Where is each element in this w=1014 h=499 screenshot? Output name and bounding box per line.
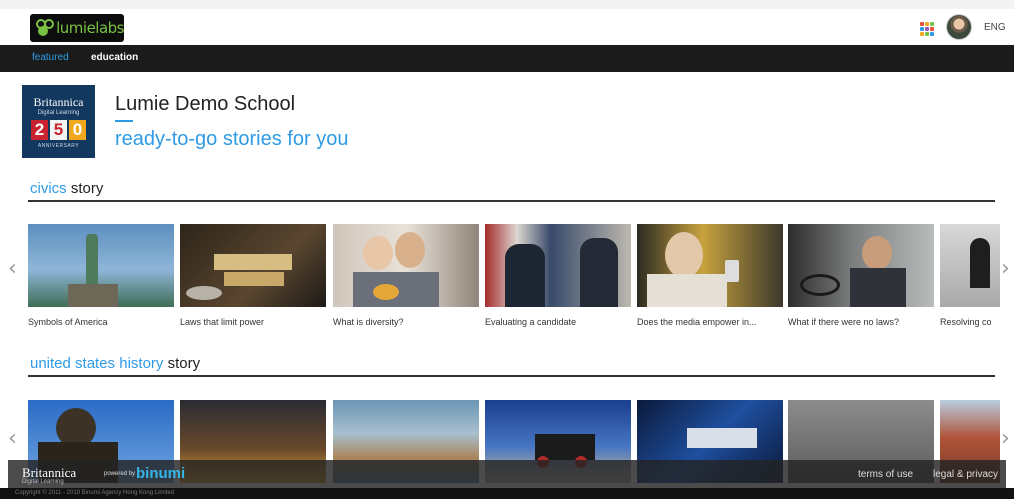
story-thumbnail <box>485 224 631 307</box>
powered-by-label: powered by <box>104 471 136 477</box>
apps-grid-icon[interactable] <box>920 22 934 36</box>
story-card[interactable]: What is diversity? <box>333 224 479 327</box>
story-card-label: Resolving co <box>940 317 992 327</box>
story-card-label: Does the media empower in... <box>637 317 757 327</box>
story-card-label: Symbols of America <box>28 317 108 327</box>
badge-digit: 2 <box>31 120 48 140</box>
footer-brand-name: Britannica <box>22 465 77 480</box>
story-card[interactable]: What if there were no laws? <box>788 224 934 327</box>
story-card-label: Laws that limit power <box>180 317 265 327</box>
story-thumbnail <box>940 224 1000 307</box>
story-card[interactable]: Laws that limit power <box>180 224 326 327</box>
story-card[interactable]: Symbols of America <box>28 224 174 327</box>
story-thumbnail <box>333 224 479 307</box>
story-card[interactable]: Resolving co <box>940 224 1000 327</box>
carousel-prev-arrow-icon[interactable]: ‹ <box>8 256 17 281</box>
footer-bar: Britannica Digital Learning powered by b… <box>8 460 1006 488</box>
story-card[interactable]: Does the media empower in... <box>637 224 783 327</box>
language-selector[interactable]: ENG <box>984 22 1006 33</box>
section-highlight: civics <box>30 180 67 197</box>
story-card-label: What if there were no laws? <box>788 317 900 327</box>
logo-text: lumielabs <box>56 19 124 37</box>
carousel-next-arrow-icon[interactable]: › <box>1001 426 1010 451</box>
nav-tab-education[interactable]: education <box>91 52 138 63</box>
page-tagline: ready-to-go stories for you <box>115 128 349 150</box>
section-suffix: story <box>163 355 201 372</box>
britannica-250-badge: Britannica Digital Learning 2 5 0 ANNIVE… <box>22 85 95 158</box>
story-thumbnail <box>180 224 326 307</box>
title-divider <box>115 120 133 122</box>
badge-number: 2 5 0 <box>22 120 95 140</box>
story-card-label: What is diversity? <box>333 317 404 327</box>
section-suffix: story <box>66 180 104 197</box>
carousel-next-arrow-icon[interactable]: › <box>1001 256 1010 281</box>
main-nav: featured education <box>0 45 1014 72</box>
binumi-logo[interactable]: binumi <box>136 465 185 482</box>
legal-privacy-link[interactable]: legal & privacy <box>933 469 998 480</box>
logo-mark-icon <box>34 18 56 38</box>
badge-digit: 5 <box>50 120 67 140</box>
badge-subtitle: Digital Learning <box>37 110 80 116</box>
top-bar: lumielabs ENG <box>0 0 1014 45</box>
section-divider <box>28 200 995 202</box>
footer-britannica-logo[interactable]: Britannica Digital Learning <box>22 465 76 485</box>
copyright-text: Copyright © 2011 - 2019 Binumi Agency Ho… <box>0 488 1014 499</box>
section-divider <box>28 375 995 377</box>
nav-tab-featured[interactable]: featured <box>32 52 69 63</box>
section-highlight: united states history <box>30 355 164 372</box>
badge-digit: 0 <box>69 120 86 140</box>
badge-anniversary: ANNIVERSARY <box>37 143 80 149</box>
terms-of-use-link[interactable]: terms of use <box>858 469 913 480</box>
story-thumbnail <box>788 224 934 307</box>
school-name: Lumie Demo School <box>115 93 296 115</box>
story-card[interactable]: Evaluating a candidate <box>485 224 631 327</box>
story-thumbnail <box>28 224 174 307</box>
story-card-label: Evaluating a candidate <box>485 317 577 327</box>
badge-brand: Britannica <box>33 95 84 109</box>
story-thumbnail <box>637 224 783 307</box>
section-title-us-history: united states history story <box>30 355 200 372</box>
user-avatar[interactable] <box>946 14 972 40</box>
lumielabs-logo[interactable]: lumielabs <box>30 14 124 42</box>
section-title-civics: civics story <box>30 180 103 197</box>
carousel-prev-arrow-icon[interactable]: ‹ <box>8 426 17 451</box>
